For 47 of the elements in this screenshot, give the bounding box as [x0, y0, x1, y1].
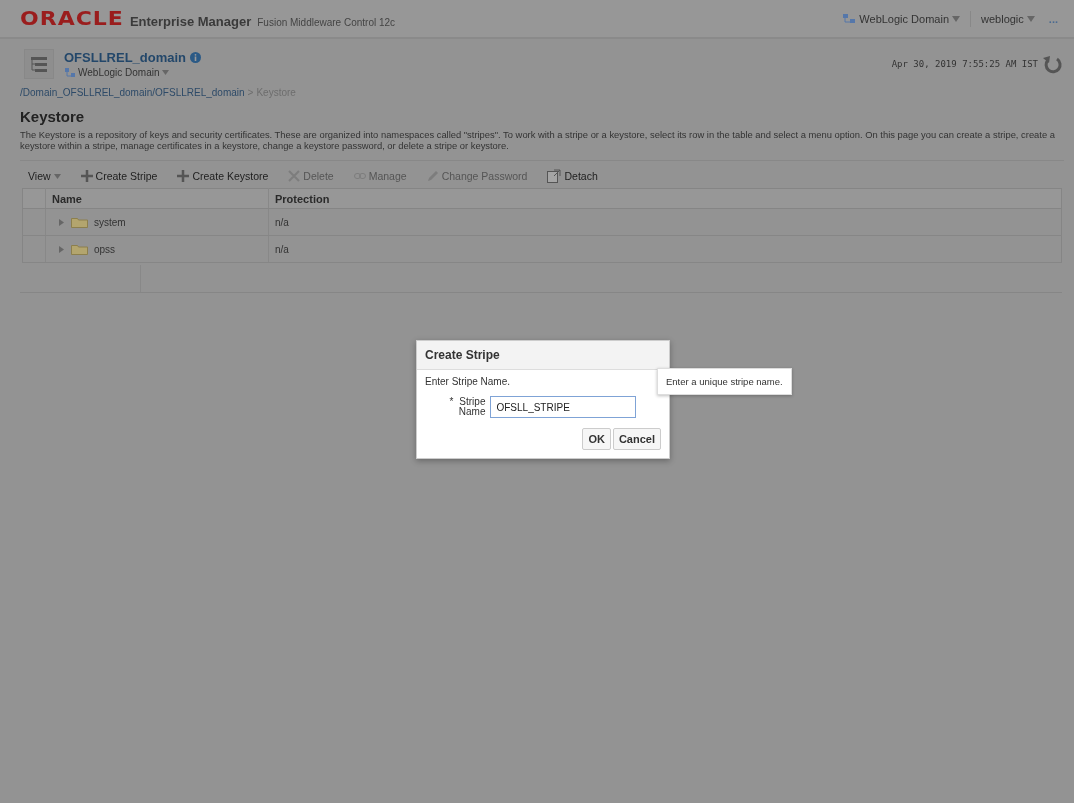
required-mark: *	[449, 397, 454, 407]
refresh-button[interactable]	[1042, 54, 1064, 74]
target-name: OFSLLREL_domain	[64, 50, 187, 65]
detach-icon	[547, 169, 562, 183]
field-label: Stripe Name	[457, 397, 486, 417]
tooltip: Enter a unique stripe name.	[657, 368, 792, 395]
target-type-menu[interactable]: WebLogic Domain	[64, 67, 202, 78]
target-menu[interactable]: WebLogic Domain	[832, 10, 970, 27]
breadcrumb-link[interactable]: /Domain_OFSLLREL_domain/OFSLLREL_domain	[20, 87, 245, 98]
toolbar-button[interactable]: Create Keystore	[169, 167, 277, 185]
domain-icon	[64, 67, 76, 78]
caret-right-icon	[58, 245, 65, 253]
toolbar-button[interactable]: Create Stripe	[72, 167, 166, 185]
dialog-prompt: Enter Stripe Name.	[425, 376, 512, 387]
folder-icon	[71, 216, 88, 229]
product-subtitle: Fusion Middleware Control 12c	[257, 17, 396, 28]
dialog-title: Create Stripe	[417, 341, 669, 370]
stripe-name: opss	[94, 243, 116, 255]
breadcrumb-separator: >	[247, 87, 254, 98]
caret-icon	[952, 15, 960, 22]
column-header: Name	[45, 188, 269, 209]
stripe-name-field[interactable]: OFSLL_STRIPE	[490, 396, 637, 418]
caret-icon	[161, 70, 169, 75]
plus-icon	[177, 170, 190, 182]
stripe-name: system	[94, 216, 126, 228]
plus-icon	[80, 170, 93, 182]
page-description: The Keystore is a repository of keys and security certificates. These are organized into namespaces called "stripes". To work with a stripe or a keystore, select its row in the table and select a menu option. On this page you can create a stripe, create a keystore within a stripe, manage certificates in a keystore, change a keystore password, or delete a stripe or keystore.	[20, 129, 1056, 151]
toolbar-button[interactable]: View	[20, 167, 69, 185]
target-navigation-icon	[24, 49, 54, 79]
toolbar-button[interactable]: Detach	[539, 166, 606, 186]
table-cell: n/a	[268, 235, 1062, 263]
domain-icon	[842, 12, 857, 25]
dialog-button[interactable]: OK	[582, 428, 611, 450]
user-menu[interactable]: weblogic	[970, 10, 1045, 27]
oracle-logo: ORACLE	[20, 7, 124, 30]
caret-icon	[1026, 15, 1035, 22]
refresh-icon	[1042, 54, 1064, 74]
info-icon	[190, 52, 202, 63]
folder-icon	[71, 243, 88, 256]
product-name: Enterprise Manager	[129, 14, 252, 29]
caret-icon	[53, 173, 61, 179]
dialog-button[interactable]: Cancel	[612, 428, 661, 450]
caret-right-icon	[58, 218, 65, 226]
page-title: Keystore	[20, 108, 86, 125]
column-header: Protection	[268, 188, 1062, 209]
timestamp: Apr 30, 2019 7:55:25 AM IST	[891, 59, 1038, 69]
table-cell: n/a	[268, 208, 1062, 236]
